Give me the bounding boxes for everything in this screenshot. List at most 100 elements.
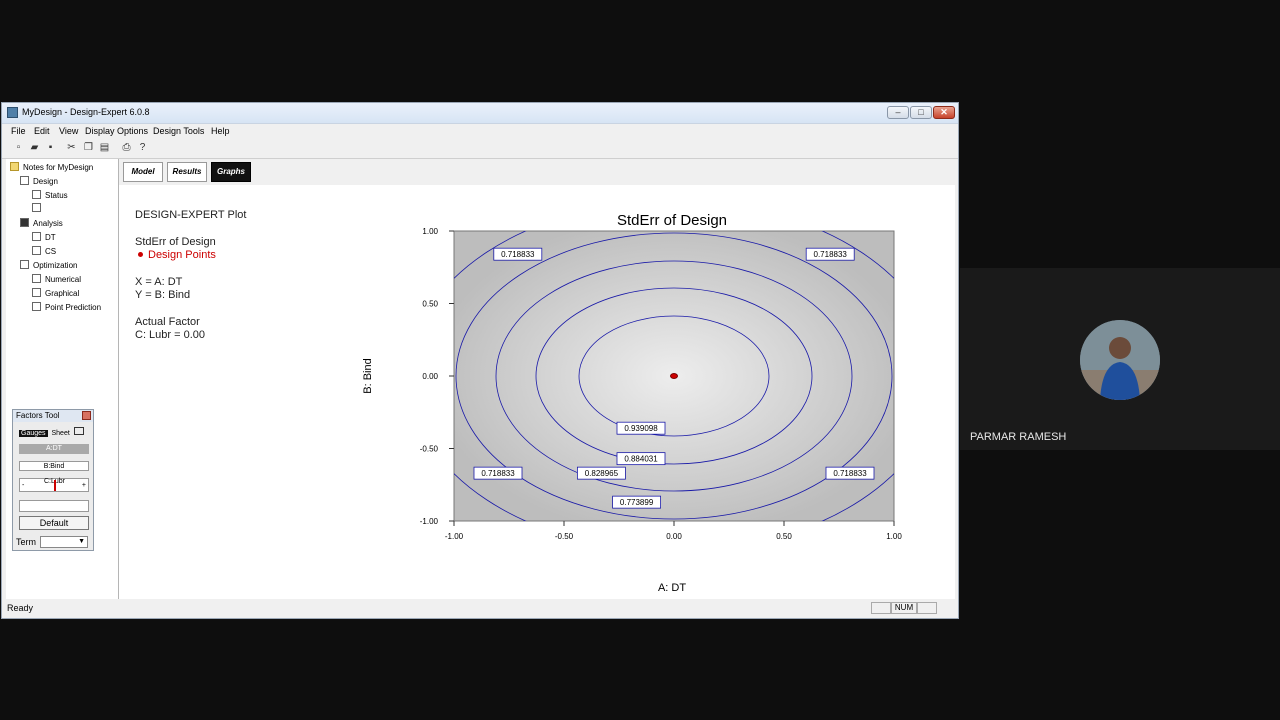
document-icon (32, 302, 41, 311)
term-row: Term ▼ (16, 535, 88, 549)
participant-avatar (1080, 320, 1160, 400)
tree-item-design[interactable]: Design (20, 176, 58, 186)
design-point (670, 373, 678, 379)
contour-label: 0.718833 (825, 466, 875, 480)
print-icon[interactable]: ⎙ (120, 141, 133, 154)
x-tick-label: 1.00 (886, 532, 902, 541)
toolbar: ▫ ▰ ▪ ✂ ❐ ▤ ⎙ ? (2, 138, 958, 159)
document-icon (32, 288, 41, 297)
open-folder-icon[interactable]: ▰ (28, 141, 41, 154)
menu-design-tools[interactable]: Design Tools (153, 126, 204, 136)
graph-columns-icon (32, 203, 41, 212)
tree-item-optimization[interactable]: Optimization (20, 260, 77, 270)
x-axis-label: A: DT (658, 582, 686, 594)
tree-item-cs[interactable]: CS (32, 246, 56, 256)
factors-tool-panel: Factors Tool Gauges Sheet A:DT B:Bind - … (12, 409, 94, 551)
y-tick-label: -0.50 (420, 445, 439, 454)
tree-item-numerical[interactable]: Numerical (32, 274, 81, 284)
sheet-option[interactable]: Sheet (51, 430, 69, 437)
person-photo-icon (1080, 320, 1160, 400)
tree-item-graph-columns[interactable] (32, 203, 45, 213)
contour-label-text: 0.718833 (481, 469, 515, 478)
factor-b-gauge[interactable]: B:Bind (19, 461, 89, 471)
menu-help[interactable]: Help (211, 126, 230, 136)
minimize-button[interactable]: – (887, 106, 909, 119)
factor-a-gauge[interactable]: A:DT (19, 444, 89, 454)
contour-label: 0.884031 (616, 452, 666, 466)
app-window: MyDesign - Design-Expert 6.0.8 – □ ✕ Fil… (1, 102, 959, 619)
help-icon[interactable]: ? (136, 141, 149, 154)
slider-handle[interactable] (54, 480, 56, 491)
maximize-button[interactable]: □ (910, 106, 932, 119)
window-title: MyDesign - Design-Expert 6.0.8 (22, 107, 150, 117)
participant-name: PARMAR RAMESH (970, 431, 1067, 443)
document-icon (32, 274, 41, 283)
tab-results[interactable]: Results (167, 162, 207, 182)
term-select[interactable]: ▼ (40, 536, 88, 548)
status-bar: Ready NUM (2, 600, 958, 618)
new-file-icon[interactable]: ▫ (12, 141, 25, 154)
document-icon (32, 190, 41, 199)
y-tick-label: 0.50 (422, 300, 438, 309)
tree-item-point-prediction[interactable]: Point Prediction (32, 302, 101, 312)
y-axis-label: B: Bind (362, 358, 374, 393)
factors-close-icon[interactable] (82, 411, 91, 420)
y-tick-label: 1.00 (422, 227, 438, 236)
copy-icon[interactable]: ❐ (82, 141, 95, 154)
y-tick-label: 0.00 (422, 372, 438, 381)
x-tick-label: -0.50 (555, 532, 574, 541)
x-tick-label: -1.00 (445, 532, 464, 541)
response-icon (32, 232, 41, 241)
close-button[interactable]: ✕ (933, 106, 955, 119)
contour-label: 0.718833 (473, 466, 523, 480)
contour-label: 0.828965 (576, 466, 626, 480)
gauges-option[interactable]: Gauges (19, 430, 48, 437)
title-bar: MyDesign - Design-Expert 6.0.8 – □ ✕ (2, 103, 958, 124)
tab-model[interactable]: Model (123, 162, 163, 182)
view-mode-toggle: Gauges Sheet (19, 427, 89, 437)
num-lock-indicator: NUM (891, 602, 917, 614)
contour-label-text: 0.718833 (501, 250, 535, 259)
status-cell-empty-2 (917, 602, 937, 614)
x-tick-label: 0.50 (776, 532, 792, 541)
contour-label-text: 0.773899 (620, 498, 654, 507)
status-cell-empty (871, 602, 891, 614)
term-label: Term (16, 537, 36, 547)
tree-item-status[interactable]: Status (32, 190, 68, 200)
tab-graphs[interactable]: Graphs (211, 162, 251, 182)
chart-title: StdErr of Design (617, 212, 727, 229)
contour-label: 0.718833 (493, 247, 543, 261)
factors-tool-title: Factors Tool (13, 410, 93, 422)
design-points (670, 373, 678, 379)
save-icon[interactable]: ▪ (44, 141, 57, 154)
tree-item-dt[interactable]: DT (32, 232, 56, 242)
app-icon (7, 107, 18, 118)
menu-bar: File Edit View Display Options Design To… (2, 124, 958, 138)
paste-icon[interactable]: ▤ (98, 141, 111, 154)
tree-item-graphical[interactable]: Graphical (32, 288, 79, 298)
contour-plot[interactable]: StdErr of Design 0.939098 0.884031 0.82896… (119, 187, 955, 599)
y-tick-label: -1.00 (420, 517, 439, 526)
optimization-icon (20, 260, 29, 269)
factor-c-slider[interactable]: - C:Lubr + (19, 478, 89, 492)
grid-icon (20, 176, 29, 185)
menu-view[interactable]: View (59, 126, 78, 136)
x-tick-label: 0.00 (666, 532, 682, 541)
response-icon (32, 246, 41, 255)
contour-label-text: 0.828965 (585, 469, 619, 478)
contour-label: 0.718833 (805, 247, 855, 261)
tree-item-notes[interactable]: Notes for MyDesign (10, 162, 93, 172)
cut-icon[interactable]: ✂ (65, 141, 78, 154)
default-button[interactable]: Default (19, 516, 89, 530)
menu-file[interactable]: File (11, 126, 26, 136)
contour-label-text: 0.718833 (814, 250, 848, 259)
menu-edit[interactable]: Edit (34, 126, 50, 136)
contour-label-text: 0.718833 (833, 469, 867, 478)
blank-field (19, 500, 89, 512)
contour-label: 0.773899 (612, 495, 662, 509)
tree-item-analysis[interactable]: Analysis (20, 218, 63, 228)
video-participant-tile: PARMAR RAMESH (960, 268, 1280, 450)
status-text: Ready (7, 603, 34, 613)
menu-display-options[interactable]: Display Options (85, 126, 148, 136)
contour-label: 0.939098 (616, 421, 666, 435)
